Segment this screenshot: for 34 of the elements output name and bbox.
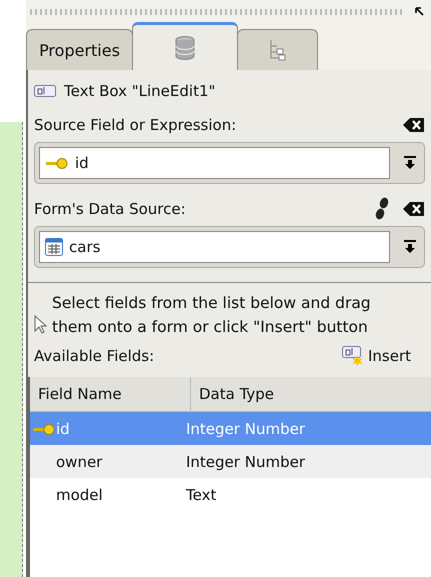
table-cell: Integer Number [186, 420, 305, 438]
table-cell: model [56, 486, 103, 504]
data-source-combo[interactable]: cars [34, 226, 425, 268]
widget-label: Text Box "LineEdit1" [64, 82, 216, 100]
key-icon [45, 157, 69, 169]
dropdown-arrow-icon[interactable] [404, 240, 416, 254]
column-header[interactable]: Data Type [191, 377, 431, 411]
hint-text: Select fields from the list below and drag them onto a form or click "Insert" button [52, 293, 372, 338]
table-row[interactable]: owner Integer Number [30, 445, 431, 478]
field-label: Source Field or Expression: [34, 116, 236, 134]
table-row[interactable]: model Text [30, 478, 431, 511]
dropdown-arrow-icon[interactable] [404, 156, 416, 170]
table-cell: owner [56, 452, 102, 470]
pointer-icon [34, 315, 48, 335]
tab[interactable] [132, 22, 238, 70]
insert-field-icon [342, 346, 366, 366]
insert-button[interactable]: Insert [342, 346, 425, 366]
clear-icon[interactable] [403, 117, 425, 133]
key-icon [32, 422, 56, 434]
undock-icon[interactable] [415, 7, 425, 17]
available-fields-label: Available Fields: [34, 347, 154, 365]
source-field-combo[interactable]: id [34, 142, 425, 184]
text-box-icon [34, 85, 56, 97]
table-cell: id [56, 420, 70, 438]
clear-icon[interactable] [403, 201, 425, 217]
table-cell: Integer Number [186, 452, 305, 470]
table-icon [45, 238, 63, 256]
footprints-icon[interactable] [375, 197, 389, 221]
tab[interactable]: Properties [26, 29, 133, 70]
database-icon [175, 36, 195, 60]
column-header[interactable]: Field Name [30, 377, 191, 411]
data-source-label: Form's Data Source: [34, 200, 186, 218]
tree-icon [268, 39, 288, 61]
table-cell: Text [186, 486, 216, 504]
